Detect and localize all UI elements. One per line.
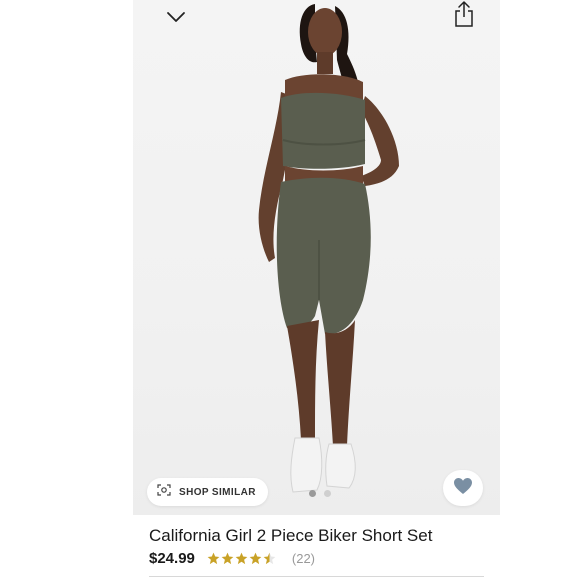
heart-icon [453, 477, 473, 500]
star-rating[interactable] [207, 552, 276, 565]
share-icon[interactable] [451, 0, 477, 28]
chevron-down-icon[interactable] [163, 6, 189, 28]
shop-similar-label: SHOP SIMILAR [179, 486, 256, 498]
pagination-dot-active[interactable] [309, 490, 316, 497]
pagination-dot[interactable] [324, 490, 331, 497]
shop-similar-button[interactable]: SHOP SIMILAR [147, 478, 268, 506]
product-image[interactable]: SHOP SIMILAR [133, 0, 500, 515]
product-title: California Girl 2 Piece Biker Short Set [149, 526, 433, 545]
product-price: $24.99 [149, 550, 195, 567]
product-screen: SHOP SIMILAR California Girl 2 Piece Bik… [133, 0, 500, 580]
star-icon [235, 552, 248, 565]
star-icon [249, 552, 262, 565]
divider [149, 576, 484, 577]
model-photo [258, 4, 399, 493]
price-rating-row: $24.99 (22) [149, 550, 315, 567]
star-icon [207, 552, 220, 565]
favorite-button[interactable] [443, 470, 483, 506]
camera-scan-icon [157, 483, 171, 501]
half-star-icon [263, 552, 276, 565]
image-pagination [309, 490, 331, 497]
review-count[interactable]: (22) [292, 551, 315, 566]
star-icon [221, 552, 234, 565]
